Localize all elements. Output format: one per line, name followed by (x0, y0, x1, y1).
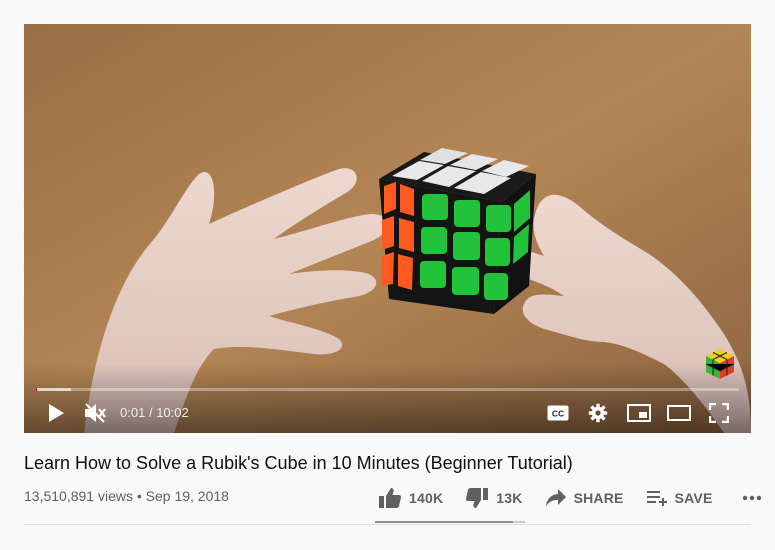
like-button[interactable]: 140K (378, 487, 443, 509)
rubiks-cube (379, 148, 536, 314)
progress-played (36, 388, 38, 391)
share-label: SHARE (573, 490, 624, 506)
gear-icon (588, 403, 608, 423)
like-ratio-fill (375, 521, 513, 523)
publish-date: Sep 19, 2018 (145, 488, 229, 504)
divider (24, 524, 751, 525)
thumbs-down-icon (466, 488, 489, 508)
save-label: SAVE (674, 490, 713, 506)
more-horizontal-icon (743, 495, 762, 501)
view-count: 13,510,891 views (24, 488, 133, 504)
like-dislike-ratio-bar (375, 521, 525, 523)
fullscreen-button[interactable] (704, 401, 734, 425)
time-display: 0:01 / 10:02 (120, 405, 189, 420)
fullscreen-icon (709, 403, 729, 423)
playlist-add-icon (646, 491, 667, 506)
channel-watermark-icon[interactable] (703, 347, 737, 381)
video-player[interactable]: 0:01 / 10:02 CC (24, 24, 751, 433)
thumbs-up-icon (379, 488, 402, 508)
miniplayer-button[interactable] (624, 401, 654, 425)
progress-loaded (36, 388, 72, 391)
captions-button[interactable]: CC (544, 401, 572, 425)
mute-button[interactable] (80, 401, 110, 425)
miniplayer-icon (627, 404, 651, 422)
time-separator: / (148, 405, 153, 420)
time-total: 10:02 (156, 405, 189, 420)
cc-icon: CC (547, 405, 569, 421)
video-meta: 13,510,891 views • Sep 19, 2018 (24, 488, 229, 504)
save-button[interactable]: SAVE (646, 489, 713, 507)
progress-bar[interactable] (36, 388, 739, 391)
dislike-button[interactable]: 13K (465, 487, 522, 509)
play-icon (49, 404, 64, 422)
time-current: 0:01 (120, 405, 146, 420)
theater-mode-icon (667, 405, 691, 421)
video-title: Learn How to Solve a Rubik's Cube in 10 … (24, 453, 573, 473)
more-actions-button[interactable] (742, 495, 769, 501)
dislike-count: 13K (496, 490, 523, 506)
theater-mode-button[interactable] (664, 401, 694, 425)
share-arrow-icon (545, 489, 566, 507)
action-bar: 140K 13K SHARE SAVE (378, 486, 769, 510)
volume-muted-icon (85, 403, 106, 423)
like-count: 140K (409, 490, 444, 506)
play-button[interactable] (42, 401, 70, 425)
svg-text:CC: CC (552, 409, 564, 419)
share-button[interactable]: SHARE (545, 488, 624, 508)
settings-button[interactable] (584, 401, 612, 425)
meta-separator: • (136, 488, 142, 504)
